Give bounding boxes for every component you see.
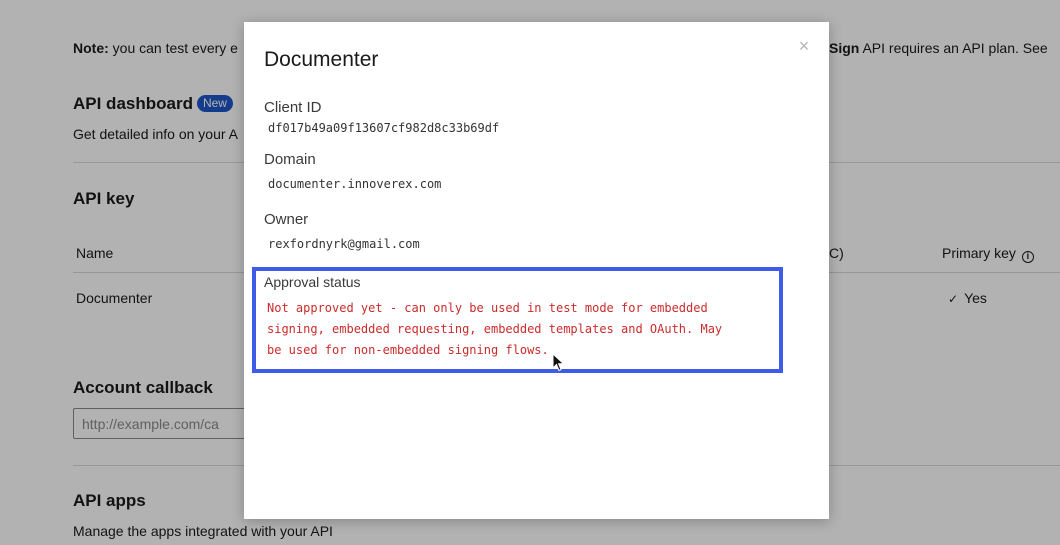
- close-icon[interactable]: ×: [794, 36, 814, 56]
- approval-status-line: Not approved yet - can only be used in t…: [267, 301, 708, 315]
- domain-label: Domain: [264, 151, 316, 168]
- domain-value: documenter.innoverex.com: [268, 177, 442, 191]
- approval-status-line: be used for non-embedded signing flows.: [267, 343, 549, 357]
- app-details-modal: Documenter × Client ID df017b49a09f13607…: [244, 22, 829, 519]
- owner-label: Owner: [264, 211, 309, 228]
- mouse-cursor-icon: [552, 353, 565, 372]
- approval-status-section: Approval status Not approved yet - can o…: [252, 267, 783, 373]
- approval-status-line: signing, embedded requesting, embedded t…: [267, 322, 723, 336]
- client-id-value: df017b49a09f13607cf982d8c33b69df: [268, 121, 500, 135]
- owner-value: rexfordnyrk@gmail.com: [268, 237, 420, 251]
- approval-status-label: Approval status: [264, 274, 361, 290]
- approval-status-text: Not approved yet - can only be used in t…: [267, 298, 777, 361]
- modal-title: Documenter: [264, 48, 379, 71]
- client-id-label: Client ID: [264, 99, 322, 116]
